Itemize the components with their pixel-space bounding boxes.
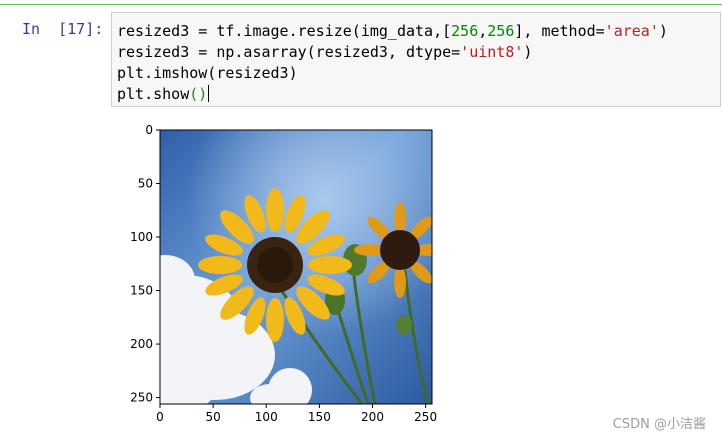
output-area: 0 50 100 150 200 250 0 50 100 150 200 250	[0, 110, 722, 440]
y-tick-label: 200	[130, 337, 153, 351]
code-token: ], method=	[514, 22, 605, 40]
code-token: plt.imshow(resized3)	[117, 64, 298, 82]
y-axis: 0 50 100 150 200 250	[130, 123, 160, 405]
code-token: 'uint8'	[460, 43, 524, 61]
code-line: resized3 = np.asarray(resized3, dtype='u…	[117, 42, 668, 63]
code-token: ()	[189, 85, 208, 103]
code-editor[interactable]: resized3 = tf.image.resize(img_data,[256…	[117, 21, 668, 105]
x-tick-label: 0	[156, 410, 164, 424]
x-tick-label: 50	[205, 410, 220, 424]
y-tick-label: 100	[130, 230, 153, 244]
y-tick-label: 150	[130, 284, 153, 298]
sunflower-image	[160, 130, 432, 404]
code-token: )	[523, 43, 533, 61]
code-token: resized3 = np.asarray(resized3, dtype=	[117, 43, 461, 61]
code-token: plt.show	[117, 85, 190, 103]
code-token: resized3 = tf.image.resize(img_data,[	[117, 22, 452, 40]
text-cursor	[208, 85, 210, 102]
x-tick-label: 150	[308, 410, 331, 424]
code-token: 256	[451, 22, 479, 40]
watermark: CSDN @小洁酱	[612, 417, 706, 432]
cell-divider	[0, 4, 722, 5]
y-tick-label: 50	[138, 177, 153, 191]
imshow-plot: 0 50 100 150 200 250 0 50 100 150 200 250	[130, 123, 437, 424]
x-axis: 0 50 100 150 200 250	[156, 404, 437, 424]
code-line: plt.imshow(resized3)	[117, 63, 668, 84]
x-tick-label: 250	[414, 410, 437, 424]
x-tick-label: 100	[255, 410, 278, 424]
x-tick-label: 200	[361, 410, 384, 424]
code-token: 'area'	[604, 22, 659, 40]
y-tick-label: 0	[145, 123, 153, 137]
code-line: plt.show()	[117, 84, 668, 105]
code-cell[interactable]: resized3 = tf.image.resize(img_data,[256…	[111, 12, 721, 107]
input-prompt: In [17]:	[22, 20, 104, 38]
code-line: resized3 = tf.image.resize(img_data,[256…	[117, 21, 668, 42]
code-token: )	[658, 22, 668, 40]
y-tick-label: 250	[130, 391, 153, 405]
code-token: ,	[478, 22, 488, 40]
code-token: 256	[487, 22, 515, 40]
